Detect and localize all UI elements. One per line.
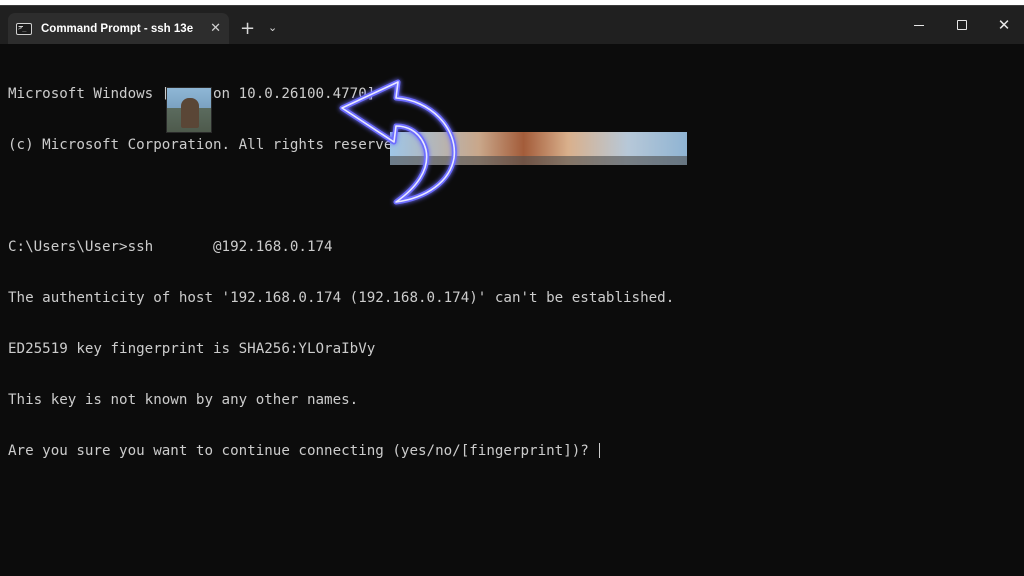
text-cursor xyxy=(599,443,601,458)
new-tab-button[interactable]: + xyxy=(240,20,255,38)
console-output[interactable]: Microsoft Windows [Version 10.0.26100.47… xyxy=(8,52,1008,494)
tab-dropdown-button[interactable]: ⌄ xyxy=(268,22,277,33)
tab-command-prompt[interactable]: Command Prompt - ssh 13ea ✕ xyxy=(8,13,229,44)
console-prompt-line[interactable]: Are you sure you want to continue connec… xyxy=(8,443,1008,460)
redacted-username-image xyxy=(166,87,212,133)
close-window-button[interactable]: ✕ xyxy=(981,6,1024,44)
title-bar: Command Prompt - ssh 13ea ✕ + ⌄ ✕ xyxy=(0,6,1024,44)
minimize-button[interactable] xyxy=(896,6,942,44)
console-line: C:\Users\User>ssh @192.168.0.174 xyxy=(8,239,333,255)
curved-arrow-icon xyxy=(339,79,457,205)
prompt-text: Are you sure you want to continue connec… xyxy=(8,443,598,459)
close-icon: ✕ xyxy=(997,16,1011,34)
console-line: ED25519 key fingerprint is SHA256:YLOraI… xyxy=(8,341,376,357)
minimize-icon xyxy=(914,24,924,26)
console-line: The authenticity of host '192.168.0.174 … xyxy=(8,290,675,306)
tab-close-icon[interactable]: ✕ xyxy=(210,22,221,35)
maximize-icon xyxy=(957,20,967,30)
terminal-icon xyxy=(16,22,32,35)
maximize-button[interactable] xyxy=(939,6,985,44)
tab-title: Command Prompt - ssh 13ea xyxy=(41,22,193,35)
console-line: Microsoft Windows [Version 10.0.26100.47… xyxy=(8,86,376,102)
terminal-window: Command Prompt - ssh 13ea ✕ + ⌄ ✕ Micros… xyxy=(0,5,1024,576)
console-line: This key is not known by any other names… xyxy=(8,392,359,408)
